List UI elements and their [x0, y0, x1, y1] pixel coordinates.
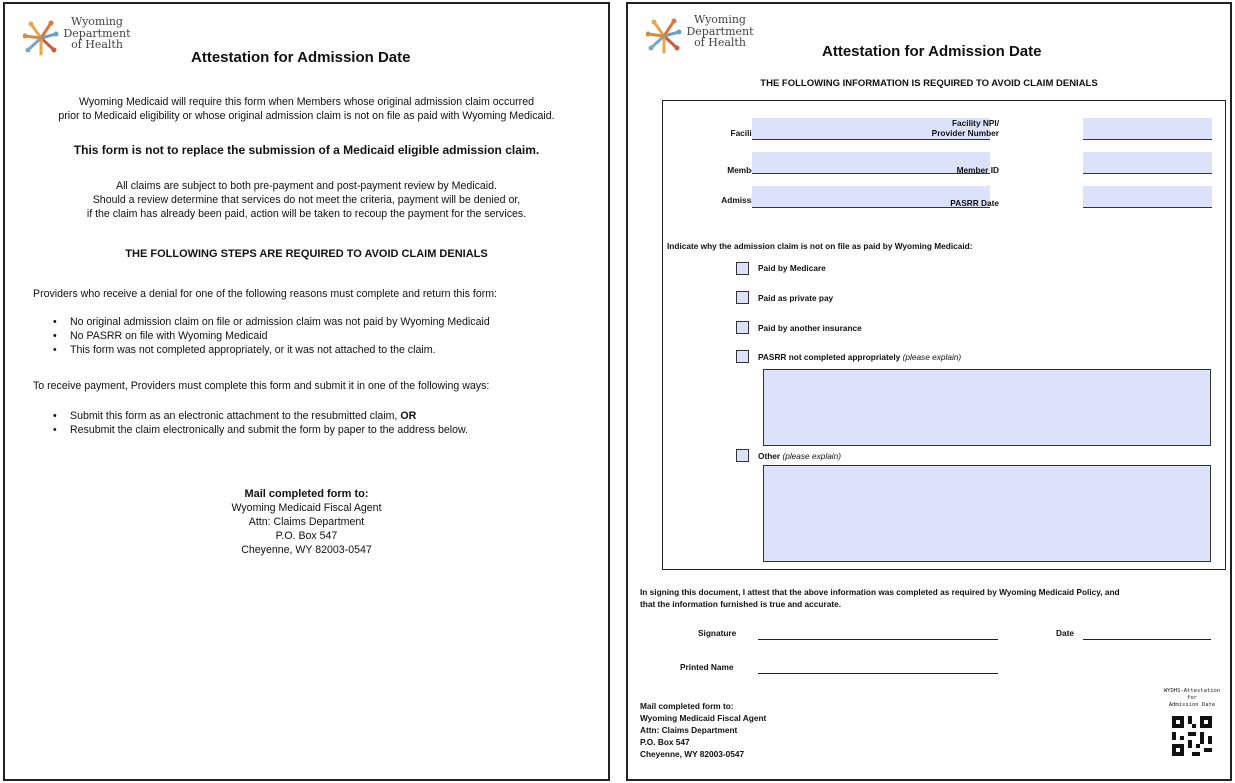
mail-heading: Mail completed form to: — [640, 701, 734, 711]
pasrr-date-label: PASRR Date — [950, 198, 999, 208]
or-label: OR — [400, 410, 417, 422]
notice-heading: This form is not to replace the submissi… — [73, 143, 540, 157]
intro-text: prior to Medicaid eligibility or whose o… — [58, 110, 555, 122]
denial-reasons-list: No original admission claim on file or a… — [50, 315, 490, 357]
list-item: This form was not completed appropriatel… — [50, 343, 490, 357]
required-heading: THE FOLLOWING INFORMATION IS REQUIRED TO… — [760, 78, 1098, 89]
pasrr-explanation-textarea[interactable] — [763, 369, 1211, 446]
mail-address-line: Wyoming Medicaid Fiscal Agent — [231, 502, 382, 514]
paid-private-pay-checkbox[interactable] — [736, 291, 749, 304]
attestation-text: In signing this document, I attest that … — [640, 587, 1120, 597]
mail-address-line: Attn: Claims Department — [248, 516, 365, 528]
list-item: Submit this form as an electronic attach… — [50, 409, 468, 423]
mail-address-line: P.O. Box 547 — [640, 737, 690, 747]
pasrr-date-field[interactable] — [1083, 186, 1212, 208]
logo-text: Wyoming Department of Health — [683, 14, 757, 49]
other-reason-checkbox[interactable] — [736, 449, 749, 462]
option-note: (please explain) — [782, 451, 842, 461]
paid-by-medicare-label: Paid by Medicare — [758, 263, 826, 273]
review-text: if the claim has already been paid, acti… — [86, 208, 527, 220]
pasrr-not-completed-checkbox[interactable] — [736, 350, 749, 363]
option-note: (please explain) — [902, 352, 962, 362]
signature-label: Signature — [698, 628, 737, 638]
qr-caption: WYDHS-Attestation for Admission Date — [1152, 688, 1232, 709]
pasrr-not-completed-label: PASRR not completed appropriately (pleas… — [758, 352, 961, 362]
page-title: Attestation for Admission Date — [822, 43, 1042, 60]
payment-intro: To receive payment, Providers must compl… — [33, 380, 490, 392]
steps-heading: THE FOLLOWING STEPS ARE REQUIRED TO AVOI… — [125, 248, 488, 260]
indicate-reason-label: Indicate why the admission claim is not … — [667, 241, 973, 251]
intro-text: Wyoming Medicaid will require this form … — [78, 96, 534, 108]
form-box: Facility Name Facility NPI/ Provider Num… — [662, 100, 1226, 570]
logo-text: Wyoming Department of Health — [60, 16, 134, 51]
label-line: Facility NPI/ — [951, 118, 999, 128]
facility-npi-label: Facility NPI/ Provider Number — [932, 118, 999, 138]
member-name-field[interactable] — [752, 152, 990, 174]
paid-another-insurance-label: Paid by another insurance — [758, 323, 862, 333]
denial-intro: Providers who receive a denial for one o… — [33, 288, 498, 300]
form-page: Wyoming Department of Health Attestation… — [626, 2, 1232, 781]
other-explanation-textarea[interactable] — [763, 465, 1211, 562]
printed-name-line[interactable] — [758, 661, 998, 674]
member-id-label: Member ID — [956, 165, 999, 175]
printed-name-label: Printed Name — [680, 662, 734, 672]
logo-line: Wyoming — [71, 15, 123, 28]
list-item: Resubmit the claim electronically and su… — [50, 423, 468, 437]
option-text: PASRR not completed appropriately — [758, 352, 901, 362]
instructions-page: Wyoming Department of Health Attestation… — [3, 2, 610, 781]
qr-caption-line: Admission Date — [1168, 702, 1216, 708]
qr-caption-line: WYDHS-Attestation — [1163, 688, 1221, 694]
mail-heading: Mail completed form to: — [244, 488, 369, 500]
review-text: Should a review determine that services … — [92, 194, 521, 206]
member-id-field[interactable] — [1083, 152, 1212, 174]
mail-address-line: Cheyenne, WY 82003-0547 — [640, 749, 745, 759]
facility-npi-field[interactable] — [1083, 118, 1212, 140]
attestation-text: that the information furnished is true a… — [640, 599, 841, 609]
logo-line: Wyoming — [694, 13, 746, 26]
wdh-logo-mark-icon — [646, 18, 682, 54]
page-title: Attestation for Admission Date — [191, 49, 411, 66]
list-item-text: Submit this form as an electronic attach… — [70, 410, 398, 422]
paid-by-medicare-checkbox[interactable] — [736, 262, 749, 275]
mail-address-line: Cheyenne, WY 82003-0547 — [241, 544, 372, 556]
qr-code-icon — [1172, 716, 1212, 756]
logo-line: of Health — [694, 36, 746, 49]
date-line[interactable] — [1083, 627, 1211, 640]
date-label: Date — [1056, 628, 1074, 638]
mail-address-line: Attn: Claims Department — [640, 725, 738, 735]
qr-caption-line: for — [1187, 695, 1197, 701]
paid-another-insurance-checkbox[interactable] — [736, 321, 749, 334]
mail-address-line: Wyoming Medicaid Fiscal Agent — [640, 713, 767, 723]
label-line: Provider Number — [931, 128, 999, 138]
payment-ways-list: Submit this form as an electronic attach… — [50, 409, 468, 437]
wdh-logo-mark-icon — [23, 20, 59, 56]
review-text: All claims are subject to both pre-payme… — [116, 180, 497, 192]
paid-private-pay-label: Paid as private pay — [758, 293, 834, 303]
mail-address-line: P.O. Box 547 — [275, 530, 338, 542]
signature-line[interactable] — [758, 627, 998, 640]
wdh-logo: Wyoming Department of Health — [646, 14, 796, 62]
wdh-logo: Wyoming Department of Health — [23, 16, 173, 64]
logo-line: of Health — [71, 38, 123, 51]
list-item: No PASRR on file with Wyoming Medicaid — [50, 329, 490, 343]
other-reason-label: Other (please explain) — [758, 451, 841, 461]
list-item: No original admission claim on file or a… — [50, 315, 490, 329]
option-text: Other — [758, 451, 781, 461]
